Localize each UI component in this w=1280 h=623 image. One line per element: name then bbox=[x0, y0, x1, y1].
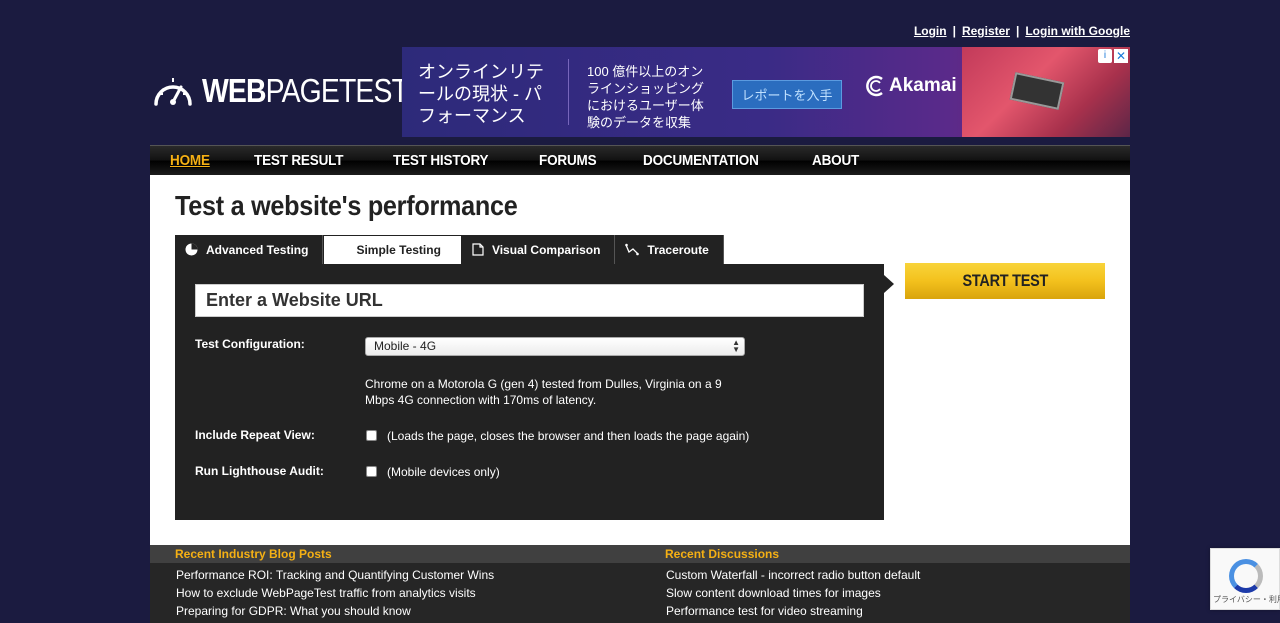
site-logo[interactable]: WEBPAGETEST bbox=[152, 72, 442, 108]
blog-post-link[interactable]: Preparing for GDPR: What you should know bbox=[176, 604, 411, 618]
tab-label: Traceroute bbox=[647, 242, 709, 257]
main-nav: HOME TEST RESULT TEST HISTORY FORUMS DOC… bbox=[150, 145, 1130, 175]
start-test-label: START TEST bbox=[962, 271, 1048, 290]
tab-label: Simple Testing bbox=[356, 243, 441, 257]
tab-label: Advanced Testing bbox=[206, 242, 309, 257]
discussion-link[interactable]: Slow content download times for images bbox=[666, 586, 881, 600]
ad-headline: オンラインリテールの現状 - パフォーマンス bbox=[418, 62, 544, 126]
nav-about[interactable]: ABOUT bbox=[812, 152, 859, 169]
discussion-link[interactable]: Performance test for video streaming bbox=[666, 604, 863, 618]
recent-lists: Recent Industry Blog Posts Recent Discus… bbox=[150, 545, 1130, 623]
ad-cta-button[interactable]: レポートを入手 bbox=[732, 80, 842, 109]
start-test-button[interactable]: START TEST bbox=[905, 263, 1105, 299]
route-icon bbox=[625, 243, 640, 256]
blog-post-link[interactable]: How to exclude WebPageTest traffic from … bbox=[176, 586, 476, 600]
ad-body: 100 億件以上のオンラインショッピングにおけるユーザー体験のデータを収集 bbox=[587, 64, 705, 130]
tab-visual-comparison[interactable]: Visual Comparison bbox=[461, 235, 616, 264]
login-link[interactable]: Login bbox=[914, 24, 947, 38]
lighthouse-description: (Mobile devices only) bbox=[387, 465, 500, 479]
nav-forums[interactable]: FORUMS bbox=[539, 152, 597, 169]
nav-test-history[interactable]: TEST HISTORY bbox=[393, 152, 489, 169]
nav-documentation[interactable]: DOCUMENTATION bbox=[643, 152, 759, 169]
document-icon bbox=[472, 243, 484, 256]
link-separator: | bbox=[952, 24, 956, 38]
simple-testing-form: Enter a Website URL Test Configuration: … bbox=[175, 264, 884, 520]
ad-divider bbox=[568, 59, 569, 125]
tab-label: Visual Comparison bbox=[491, 242, 601, 257]
form-pointer-arrow bbox=[884, 275, 894, 293]
repeat-view-checkbox[interactable] bbox=[366, 430, 377, 441]
tab-advanced-testing[interactable]: Advanced Testing bbox=[175, 235, 324, 264]
link-separator: | bbox=[1015, 24, 1020, 38]
test-configuration-select[interactable]: Mobile - 4G ▲ ▼ bbox=[365, 337, 745, 356]
nav-test-result[interactable]: TEST RESULT bbox=[254, 152, 343, 169]
tab-simple-testing[interactable]: Simple Testing bbox=[323, 235, 462, 264]
main-panel: Test a website's performance Advanced Te… bbox=[150, 175, 1130, 545]
lighthouse-label: Run Lighthouse Audit: bbox=[195, 464, 324, 478]
account-links: Login | Register | Login with Google bbox=[150, 24, 1130, 38]
ad-close-icon[interactable]: ✕ bbox=[1114, 49, 1128, 63]
test-type-tabs: Advanced Testing Simple Testing Visual C… bbox=[175, 235, 724, 264]
selected-configuration: Mobile - 4G bbox=[374, 339, 437, 353]
tab-traceroute[interactable]: Traceroute bbox=[615, 235, 724, 264]
blog-post-link[interactable]: Performance ROI: Tracking and Quantifyin… bbox=[176, 568, 494, 582]
ad-brand-logo: Akamai bbox=[864, 75, 957, 97]
select-arrows-icon: ▲ ▼ bbox=[732, 338, 740, 354]
page-title: Test a website's performance bbox=[175, 190, 518, 221]
test-configuration-label: Test Configuration: bbox=[195, 337, 305, 351]
blog-posts-heading: Recent Industry Blog Posts bbox=[175, 547, 332, 561]
recaptcha-privacy-text[interactable]: プライバシー・利用規約 bbox=[1213, 595, 1280, 604]
url-input[interactable]: Enter a Website URL bbox=[195, 284, 864, 317]
discussion-link[interactable]: Custom Waterfall - incorrect radio butto… bbox=[666, 568, 920, 582]
gauge-icon bbox=[185, 243, 198, 256]
recaptcha-badge[interactable]: プライバシー・利用規約 bbox=[1210, 548, 1280, 610]
nav-home[interactable]: HOME bbox=[170, 152, 210, 169]
register-link[interactable]: Register bbox=[962, 24, 1010, 38]
discussions-heading: Recent Discussions bbox=[665, 547, 780, 561]
ad-info-icon[interactable]: i bbox=[1098, 49, 1112, 63]
configuration-description: Chrome on a Motorola G (gen 4) tested fr… bbox=[365, 377, 722, 407]
lighthouse-checkbox[interactable] bbox=[366, 466, 377, 477]
akamai-wave-icon bbox=[866, 75, 883, 97]
recaptcha-icon bbox=[1229, 559, 1263, 593]
login-google-link[interactable]: Login with Google bbox=[1025, 24, 1130, 38]
advertisement-banner[interactable]: オンラインリテールの現状 - パフォーマンス 100 億件以上のオンラインショッ… bbox=[402, 47, 1130, 137]
logo-text: WEBPAGETEST bbox=[202, 71, 409, 109]
speedometer-icon bbox=[154, 78, 192, 106]
repeat-view-label: Include Repeat View: bbox=[195, 428, 315, 442]
repeat-view-description: (Loads the page, closes the browser and … bbox=[387, 429, 750, 443]
